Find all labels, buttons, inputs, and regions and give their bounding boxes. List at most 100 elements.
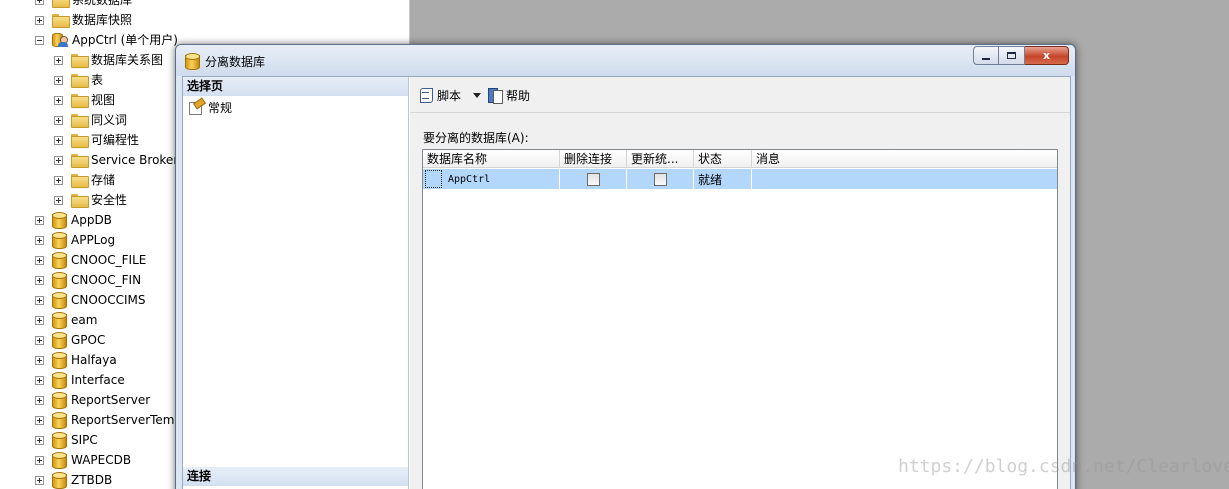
database-icon	[52, 352, 67, 369]
expand-icon[interactable]	[35, 315, 44, 325]
database-icon	[52, 472, 67, 489]
expand-icon[interactable]	[35, 0, 44, 5]
grid-label: 要分离的数据库(A):	[423, 131, 529, 145]
folder-icon	[52, 14, 70, 28]
page-selector-pane: 选择页 常规 连接	[183, 77, 409, 489]
tree-node-label: CNOOC_FIN	[71, 273, 142, 287]
expand-icon[interactable]	[35, 355, 44, 365]
folder-icon	[71, 74, 89, 88]
collapse-icon[interactable]	[35, 35, 44, 45]
expand-icon[interactable]	[35, 415, 44, 425]
column-header-drop-connections[interactable]: 删除连接	[560, 150, 627, 168]
close-button[interactable]: x	[1025, 46, 1069, 65]
tree-node[interactable]: 视图	[54, 90, 115, 110]
databases-grid[interactable]: 数据库名称 删除连接 更新统... 状态 消息 AppCtrl 就绪	[422, 149, 1058, 489]
tree-node[interactable]: AppCtrl (单个用户)	[35, 30, 178, 50]
expand-icon[interactable]	[54, 55, 63, 65]
tree-node[interactable]: 安全性	[54, 190, 127, 210]
expand-icon[interactable]	[35, 295, 44, 305]
tree-node[interactable]: AppDB	[35, 210, 112, 230]
tree-node[interactable]: Interface	[35, 370, 125, 390]
tree-node[interactable]: SIPC	[35, 430, 98, 450]
tree-node[interactable]: ZTBDB	[35, 470, 112, 489]
tree-node[interactable]: 系统数据库	[35, 0, 132, 10]
database-icon	[52, 332, 67, 349]
folder-icon	[71, 134, 89, 148]
tree-node[interactable]: 存储	[54, 170, 115, 190]
help-button[interactable]: 帮助	[487, 85, 530, 105]
expand-icon[interactable]	[35, 455, 44, 465]
expand-icon[interactable]	[54, 195, 63, 205]
table-row[interactable]: AppCtrl 就绪	[423, 169, 1057, 189]
tree-node-label: 可编程性	[91, 133, 140, 147]
tree-node[interactable]: CNOOC_FIN	[35, 270, 141, 290]
cell-message	[752, 169, 1057, 189]
select-page-header: 选择页	[183, 77, 408, 96]
chevron-down-icon[interactable]	[473, 92, 482, 98]
database-icon	[52, 232, 67, 249]
cell-status: 就绪	[694, 169, 752, 189]
tree-node[interactable]: ReportServerTemp	[35, 410, 182, 430]
column-header-status[interactable]: 状态	[694, 150, 752, 168]
expand-icon[interactable]	[54, 75, 63, 85]
expand-icon[interactable]	[35, 395, 44, 405]
tree-node[interactable]: Halfaya	[35, 350, 117, 370]
expand-icon[interactable]	[35, 15, 44, 25]
cell-database-name[interactable]: AppCtrl	[423, 169, 560, 189]
expand-icon[interactable]	[35, 475, 44, 485]
expand-icon[interactable]	[35, 435, 44, 445]
tree-node-label: ReportServer	[71, 393, 151, 407]
tree-node[interactable]: CNOOC_FILE	[35, 250, 146, 270]
expand-icon[interactable]	[54, 95, 63, 105]
connection-header: 连接	[183, 467, 408, 486]
expand-icon[interactable]	[35, 215, 44, 225]
tree-node-label: SIPC	[71, 433, 98, 447]
database-icon	[52, 432, 67, 449]
expand-icon[interactable]	[35, 275, 44, 285]
expand-icon[interactable]	[35, 235, 44, 245]
window-buttons: x	[973, 46, 1069, 65]
database-icon	[52, 272, 67, 289]
tree-node-label: 数据库关系图	[91, 53, 164, 67]
minimize-button[interactable]	[973, 46, 999, 65]
maximize-button[interactable]	[999, 46, 1025, 65]
tree-node[interactable]: CNOOCCIMS	[35, 290, 146, 310]
expand-icon[interactable]	[54, 155, 63, 165]
tree-node[interactable]: 同义词	[54, 110, 127, 130]
drop-connections-checkbox[interactable]	[586, 172, 600, 186]
tree-node-label: Halfaya	[71, 353, 117, 367]
database-icon	[52, 392, 67, 409]
database-icon	[185, 53, 200, 70]
help-icon	[487, 87, 503, 104]
tree-node[interactable]: WAPECDB	[35, 450, 131, 470]
tree-node[interactable]: Service Broker	[54, 150, 178, 170]
database-icon	[52, 312, 67, 329]
column-header-message[interactable]: 消息	[752, 150, 1057, 168]
script-button[interactable]: 脚本	[418, 85, 482, 105]
expand-icon[interactable]	[35, 335, 44, 345]
expand-icon[interactable]	[35, 255, 44, 265]
expand-icon[interactable]	[54, 115, 63, 125]
tree-node[interactable]: 数据库关系图	[54, 50, 163, 70]
expand-icon[interactable]	[35, 375, 44, 385]
dialog-titlebar[interactable]: 分离数据库 x	[176, 45, 1075, 76]
tree-node[interactable]: ReportServer	[35, 390, 150, 410]
page-item-general[interactable]: 常规	[188, 99, 232, 115]
tree-node-label: AppCtrl (单个用户)	[72, 33, 178, 47]
update-statistics-checkbox[interactable]	[653, 172, 667, 186]
tree-node-label: 数据库快照	[72, 13, 133, 27]
tree-node[interactable]: eam	[35, 310, 97, 330]
expand-icon[interactable]	[54, 135, 63, 145]
tree-node-label: WAPECDB	[71, 453, 132, 467]
row-selector[interactable]	[425, 170, 442, 188]
tree-node[interactable]: GPOC	[35, 330, 105, 350]
expand-icon[interactable]	[54, 175, 63, 185]
tree-node[interactable]: 表	[54, 70, 103, 90]
column-header-update-statistics[interactable]: 更新统...	[627, 150, 694, 168]
tree-node[interactable]: APPLog	[35, 230, 115, 250]
tree-node-label: eam	[71, 313, 98, 327]
tree-node[interactable]: 可编程性	[54, 130, 139, 150]
column-header-name[interactable]: 数据库名称	[423, 150, 560, 168]
tree-node[interactable]: 数据库快照	[35, 10, 132, 30]
database-name-value: AppCtrl	[448, 173, 491, 185]
